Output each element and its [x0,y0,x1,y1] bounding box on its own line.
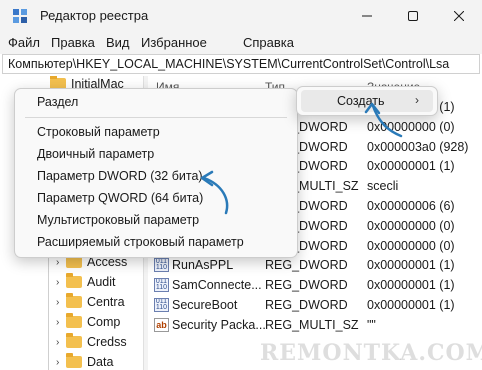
menu-view[interactable]: Вид [106,35,130,50]
watermark-text: REMONTKA.COM [260,340,482,366]
chevron-right-icon[interactable]: › [56,357,66,368]
value-name: Security Packa... [172,317,266,332]
value-data: 0x00000000 (0) [367,238,455,253]
menu-favorites[interactable]: Избранное [141,35,207,50]
menu-item-label: Параметр QWORD (64 бита) [37,191,204,205]
value-data: 0x00000001 (1) [367,298,455,312]
menu-item-label: Строковый параметр [37,125,160,139]
tree-connector-line [48,250,49,370]
menu-item-dword-value[interactable]: Параметр DWORD (32 бита) [15,165,297,187]
menu-item-section[interactable]: Раздел [15,91,297,113]
menu-help[interactable]: Справка [243,35,294,50]
tree-item-label: Credss [87,335,127,349]
value-data: 0x00000006 (6) [367,199,455,213]
value-data: 0x00000001 (1) [367,258,455,273]
folder-icon [66,273,82,288]
tree-item-credss[interactable]: › Credss [56,332,127,352]
table-row[interactable]: ab Security Packa... REG_MULTI_SZ "" [148,315,482,335]
value-type: REG_DWORD [265,278,348,293]
value-data: 0x00000001 (1) [367,159,455,174]
chevron-right-icon[interactable]: › [56,277,66,288]
value-name: SecureBoot [172,298,238,312]
close-button[interactable] [436,0,482,32]
tree-item-label: Centra [87,295,125,309]
value-type: REG_DWORD [265,258,348,273]
value-name: RunAsPPL [172,258,234,273]
tree-item-centra[interactable]: › Centra [56,292,125,312]
chevron-right-icon[interactable]: › [56,317,66,328]
value-type: REG_MULTI_SZ [265,317,359,332]
menu-item-multistring-value[interactable]: Мультистроковый параметр [15,209,297,231]
menu-item-label: Расширяемый строковый параметр [37,235,244,249]
reg-dword-icon: 011 110 [154,258,169,273]
reg-dword-icon: 011 110 [154,278,169,293]
menu-edit[interactable]: Правка [51,35,95,50]
tree-item-label: Audit [87,275,116,289]
title-bar: Редактор реестра [0,0,482,32]
menu-item-binary-value[interactable]: Двоичный параметр [15,143,297,165]
folder-icon [66,293,82,308]
value-data: 0x00000000 (0) [367,218,455,233]
address-bar[interactable]: Компьютер\HKEY_LOCAL_MACHINE\SYSTEM\Curr… [2,54,480,74]
tree-item-audit[interactable]: › Audit [56,272,116,292]
menu-bar: Файл Правка Вид Избранное Справка [0,32,482,54]
regedit-app-icon [13,9,27,23]
value-data: 0x00000000 (0) [367,119,455,134]
tree-item-comp[interactable]: › Comp [56,312,120,332]
value-name: SamConnecte... [172,278,262,293]
chevron-right-icon: › [415,93,419,107]
close-icon [454,11,464,21]
window-title: Редактор реестра [40,8,149,23]
minimize-icon [362,15,372,17]
value-data: 0x00000001 (1) [367,278,455,293]
menu-item-create[interactable]: Создать › [301,90,433,112]
menu-item-label: Раздел [37,95,79,109]
maximize-icon [408,11,418,21]
value-data: scecli [367,179,399,194]
tree-item-label: Data [87,355,114,369]
table-row[interactable]: 011 110 SecureBoot REG_DWORD 0x00000001 (1) [148,295,482,315]
menu-item-label: Создать [337,94,385,108]
value-data: 0x000003a0 (928) [367,139,469,154]
menu-item-label: Двоичный параметр [37,147,155,161]
chevron-right-icon[interactable]: › [56,337,66,348]
folder-icon [66,313,82,328]
chevron-right-icon[interactable]: › [56,297,66,308]
tree-item-data[interactable]: › Data [56,352,113,370]
value-data: "" [367,317,376,332]
menu-separator [25,117,287,118]
menu-item-label: Параметр DWORD (32 бита) [37,169,203,183]
context-menu-root: Создать › [296,86,438,116]
table-row[interactable]: 011 110 SamConnecte... REG_DWORD 0x00000001… [148,275,482,295]
reg-string-icon: ab [154,317,169,332]
folder-icon [66,353,82,368]
menu-item-string-value[interactable]: Строковый параметр [15,121,297,143]
folder-icon [66,333,82,348]
context-menu-new: Раздел Строковый параметр Двоичный парам… [14,88,298,258]
address-path: Компьютер\HKEY_LOCAL_MACHINE\SYSTEM\Curr… [8,57,450,71]
menu-file[interactable]: Файл [8,35,40,50]
value-type: REG_DWORD [265,298,348,312]
reg-dword-icon: 011 110 [154,298,169,312]
tree-item-label: Comp [87,315,121,329]
maximize-button[interactable] [390,0,436,32]
chevron-right-icon[interactable]: › [56,257,66,268]
menu-item-label: Мультистроковый параметр [37,213,200,227]
menu-item-expandable-string-value[interactable]: Расширяемый строковый параметр [15,231,297,253]
minimize-button[interactable] [344,0,390,32]
registry-editor-window: Редактор реестра Файл Правка Вид Избранн… [0,0,482,370]
table-row[interactable]: 011 110 RunAsPPL REG_DWORD 0x00000001 (1) [148,255,482,275]
menu-item-qword-value[interactable]: Параметр QWORD (64 бита) [15,187,297,209]
